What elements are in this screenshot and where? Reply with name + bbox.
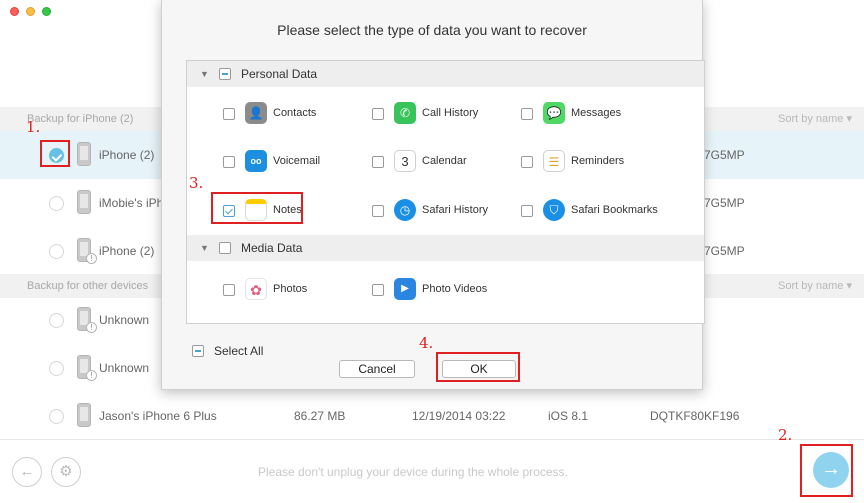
item-label: Calendar xyxy=(422,155,467,167)
annotation-step-3: 3. xyxy=(189,174,204,192)
device-name: iMobie's iPh xyxy=(99,196,164,210)
group-media-data[interactable]: ▼ Media Data xyxy=(187,235,704,261)
item-label: Voicemail xyxy=(273,155,321,167)
item-checkbox[interactable] xyxy=(372,284,384,296)
arrow-right-icon: → xyxy=(821,458,841,480)
window-close-button[interactable] xyxy=(10,7,19,16)
photos-icon: ✿ xyxy=(245,278,267,300)
group-checkbox[interactable] xyxy=(219,68,231,80)
device-name: iPhone (2) xyxy=(99,148,155,162)
item-label: Call History xyxy=(422,107,479,119)
row-select-radio[interactable] xyxy=(49,196,64,211)
select-all-checkbox[interactable] xyxy=(192,345,204,357)
device-name: Unknown xyxy=(99,313,150,327)
gear-icon: ⚙ xyxy=(59,463,73,480)
safari-bookmarks-icon: ⛉ xyxy=(543,199,565,221)
device-serial: DQTKF80KF196 xyxy=(650,409,740,423)
select-all-label: Select All xyxy=(214,344,264,358)
row-select-radio[interactable] xyxy=(49,148,64,163)
item-checkbox[interactable] xyxy=(372,205,384,217)
warning-icon: ! xyxy=(86,370,97,381)
row-select-radio[interactable] xyxy=(49,244,64,259)
item-checkbox[interactable] xyxy=(521,108,533,120)
item-checkbox[interactable] xyxy=(372,156,384,168)
device-name: iPhone (2) xyxy=(99,244,155,258)
footer-message: Please don't unplug your device during t… xyxy=(258,465,568,479)
item-label: Photo Videos xyxy=(422,283,488,295)
section-title: Backup for iPhone (2) xyxy=(27,113,134,125)
row-select-radio[interactable] xyxy=(49,409,64,424)
item-checkbox[interactable] xyxy=(223,205,235,217)
item-label: Messages xyxy=(571,107,622,119)
device-serial: 7G5MP xyxy=(704,244,745,258)
dialog-title: Please select the type of data you want … xyxy=(277,22,587,38)
item-label: Safari Bookmarks xyxy=(571,204,658,216)
iphone-icon xyxy=(77,190,91,214)
settings-button[interactable]: ⚙ xyxy=(51,457,81,487)
group-label: Media Data xyxy=(241,241,303,255)
disclosure-triangle-icon[interactable]: ▼ xyxy=(200,243,209,253)
contacts-icon: 👤 xyxy=(245,102,267,124)
group-personal-data[interactable]: ▼ Personal Data xyxy=(187,61,704,87)
next-button[interactable]: → xyxy=(813,452,849,488)
window-minimize-button[interactable] xyxy=(26,7,35,16)
disclosure-triangle-icon[interactable]: ▼ xyxy=(200,69,209,79)
item-checkbox[interactable] xyxy=(223,284,235,296)
warning-icon: ! xyxy=(86,322,97,333)
safari-history-icon: ◷ xyxy=(394,199,416,221)
backup-row[interactable]: Jason's iPhone 6 Plus 86.27 MB 12/19/201… xyxy=(0,392,864,440)
ios-version: iOS 8.1 xyxy=(548,409,589,423)
iphone-icon xyxy=(77,403,91,427)
section-title: Backup for other devices xyxy=(27,280,149,292)
backup-size: 86.27 MB xyxy=(294,409,346,423)
sort-dropdown[interactable]: Sort by name ▾ xyxy=(778,107,852,131)
group-checkbox[interactable] xyxy=(219,242,231,254)
back-arrow-icon: ← xyxy=(19,463,35,480)
backup-date: 12/19/2014 03:22 xyxy=(412,409,506,423)
photo-videos-icon: ▶ xyxy=(394,278,416,300)
item-checkbox[interactable] xyxy=(223,156,235,168)
back-button[interactable]: ← xyxy=(12,457,42,487)
reminders-icon: ☰ xyxy=(543,150,565,172)
cancel-button[interactable]: Cancel xyxy=(339,360,415,378)
ok-button[interactable]: OK xyxy=(442,360,516,378)
annotation-step-2: 2. xyxy=(778,426,793,444)
messages-icon: 💬 xyxy=(543,102,565,124)
calendar-icon: 3 xyxy=(394,150,416,172)
device-name: Jason's iPhone 6 Plus xyxy=(99,409,217,423)
row-select-radio[interactable] xyxy=(49,361,64,376)
item-checkbox[interactable] xyxy=(521,205,533,217)
voicemail-icon: oo xyxy=(245,150,267,172)
item-label: Reminders xyxy=(571,155,625,167)
item-label: Safari History xyxy=(422,204,489,216)
recover-data-type-dialog: Please select the type of data you want … xyxy=(161,0,705,390)
iphone-icon xyxy=(77,142,91,166)
device-name: Unknown xyxy=(99,361,150,375)
sort-dropdown[interactable]: Sort by name ▾ xyxy=(778,274,852,298)
row-select-radio[interactable] xyxy=(49,313,64,328)
item-label: Notes xyxy=(273,204,302,216)
phone-icon: ✆ xyxy=(394,102,416,124)
group-label: Personal Data xyxy=(241,67,318,81)
device-serial: 7G5MP xyxy=(704,148,745,162)
device-serial: 7G5MP xyxy=(704,196,745,210)
item-label: Contacts xyxy=(273,107,317,119)
window-zoom-button[interactable] xyxy=(42,7,51,16)
notes-icon xyxy=(245,199,267,221)
footer-divider xyxy=(0,439,864,440)
data-type-panel: ▼ Personal Data 👤 Contacts ✆ Call Histor… xyxy=(186,60,705,324)
item-checkbox[interactable] xyxy=(223,108,235,120)
item-label: Photos xyxy=(273,283,308,295)
annotation-step-4: 4. xyxy=(419,334,434,352)
warning-icon: ! xyxy=(86,253,97,264)
item-checkbox[interactable] xyxy=(521,156,533,168)
annotation-step-1: 1. xyxy=(26,118,41,136)
item-checkbox[interactable] xyxy=(372,108,384,120)
